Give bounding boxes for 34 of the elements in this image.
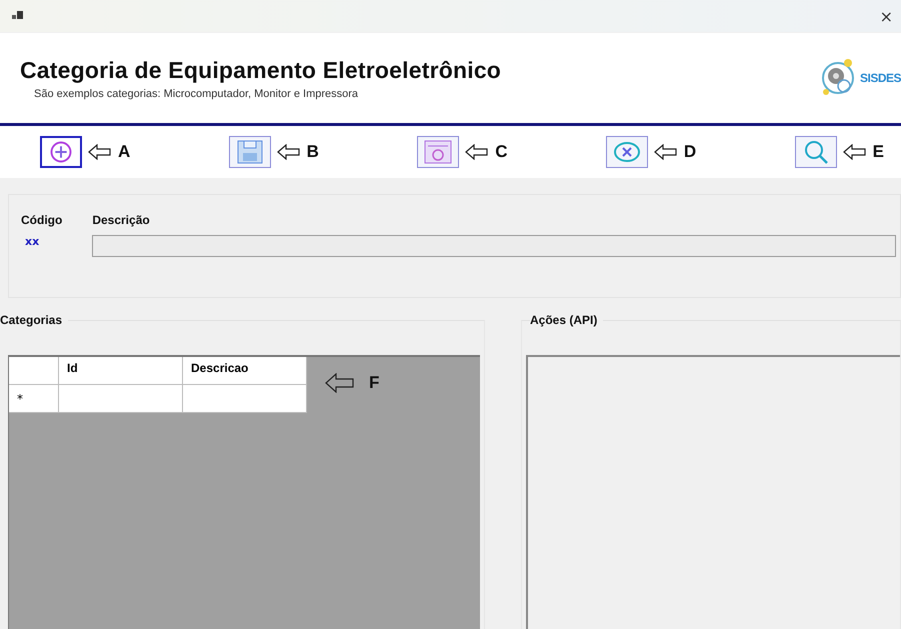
description-field[interactable]: [92, 235, 896, 257]
arrow-icon: [465, 144, 490, 160]
header-cell: [9, 357, 59, 385]
callout-letter: B: [306, 142, 319, 162]
group-title: Ações (API): [530, 313, 604, 327]
group-title: Categorias: [0, 313, 68, 327]
arrow-icon: [654, 144, 678, 160]
column-header[interactable]: Descricao: [183, 357, 307, 385]
arrow-icon: [842, 144, 867, 160]
arrow-icon: [325, 373, 355, 393]
column-header[interactable]: Id: [59, 357, 183, 385]
callout-letter: D: [684, 142, 696, 162]
search-button[interactable]: [794, 136, 837, 168]
app-icon: [12, 11, 24, 21]
arrow-icon: [88, 144, 112, 160]
add-button[interactable]: [40, 136, 82, 168]
arrow-icon: [276, 144, 301, 160]
table-cell[interactable]: [59, 385, 183, 413]
camera-button[interactable]: [417, 136, 460, 168]
description-label: Descrição: [92, 213, 151, 227]
code-value: xx: [25, 235, 40, 248]
logo-text: SISDES: [860, 71, 901, 85]
code-label: Código: [21, 213, 62, 227]
callout-letter: A: [118, 142, 130, 162]
row-header: *: [9, 385, 59, 413]
callout-letter: C: [495, 142, 508, 162]
window-title: Categoria de Equipamento Eletroeletrônico: [20, 56, 502, 84]
callout-letter: E: [872, 142, 884, 162]
cancel-button[interactable]: [606, 136, 648, 168]
table-cell[interactable]: [183, 385, 307, 413]
callout-letter: F: [369, 373, 380, 393]
subtitle: São exemplos categorias: Microcomputador, Monitor e Impressora: [34, 88, 360, 100]
close-button[interactable]: ×: [880, 6, 893, 26]
save-button[interactable]: [228, 136, 271, 168]
